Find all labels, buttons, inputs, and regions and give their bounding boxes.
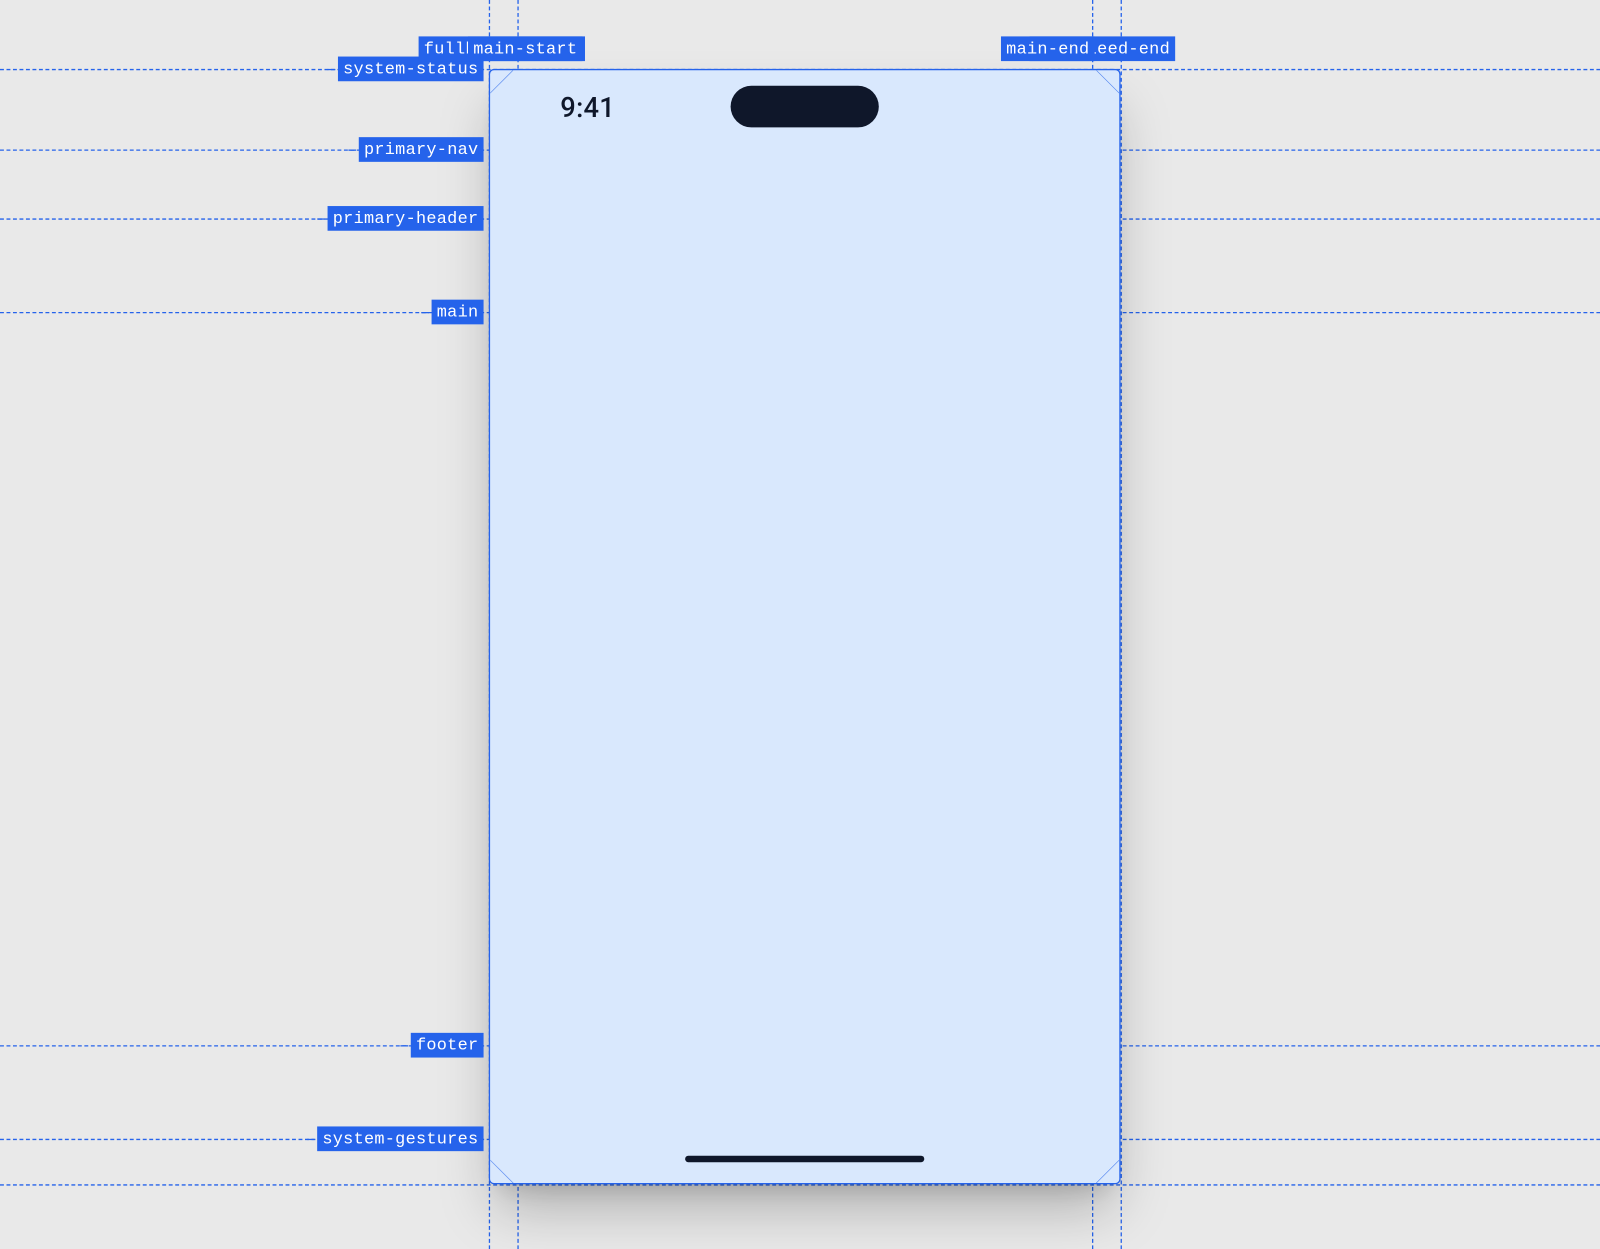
status-time: 9:41: [560, 94, 615, 125]
device-corner-marks: [490, 70, 1119, 1183]
tag-primary-nav: primary-nav: [359, 137, 484, 162]
tag-main-start: main-start: [468, 36, 582, 61]
device-frame: 9:41: [489, 69, 1121, 1184]
tag-footer: footer: [411, 1033, 484, 1058]
hguide-device-bottom: [0, 1184, 1600, 1185]
home-indicator: [685, 1156, 924, 1163]
tag-primary-header: primary-header: [328, 206, 484, 231]
tag-main-end: main-end: [1001, 36, 1095, 61]
status-bar: 9:41: [490, 88, 1119, 130]
tag-main: main: [432, 300, 484, 325]
vguide-fullbleed-end: [1121, 0, 1122, 1249]
tag-system-gestures: system-gestures: [317, 1126, 483, 1151]
diagram-stage: 9:41 fullbleed-start main-start main-end…: [0, 0, 1600, 1249]
